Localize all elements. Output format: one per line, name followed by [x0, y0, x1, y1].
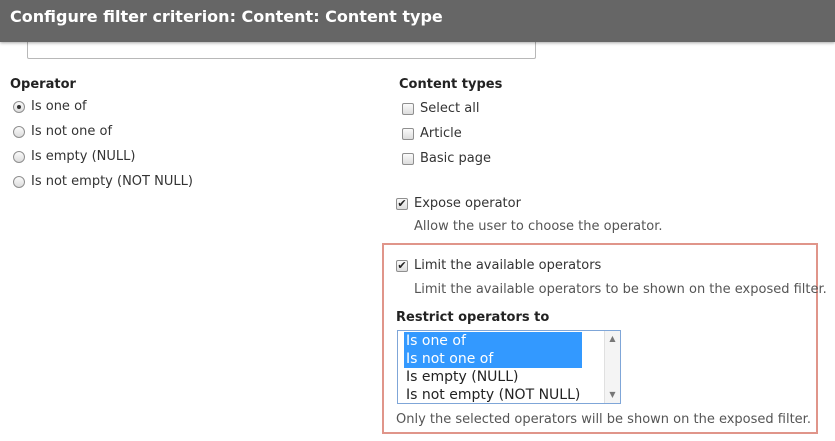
expose-operator-checkbox-row[interactable]: ✔ Expose operator [396, 196, 521, 211]
limit-operators-label: Limit the available operators [414, 258, 602, 273]
listbox-scrollbar[interactable]: ▲ ▼ [604, 331, 620, 403]
checkbox[interactable] [402, 152, 414, 165]
radio-button-checked[interactable] [13, 100, 25, 113]
expose-operator-description: Allow the user to choose the operator. [414, 219, 663, 234]
operator-option-label: Is not empty (NOT NULL) [31, 174, 193, 189]
listbox-option-is-not-one-of[interactable]: Is not one of [404, 350, 582, 368]
dialog-titlebar: Configure filter criterion: Content: Con… [0, 0, 835, 42]
radio-button[interactable] [13, 150, 25, 163]
listbox-option-is-empty[interactable]: Is empty (NULL) [404, 368, 518, 386]
operator-heading: Operator [10, 77, 76, 92]
checkbox-checked[interactable]: ✔ [396, 197, 408, 210]
restrict-operators-heading: Restrict operators to [396, 310, 550, 325]
operator-option-is-one-of[interactable]: Is one of [13, 99, 87, 114]
listbox-option-is-one-of[interactable]: Is one of [404, 332, 582, 350]
operator-option-is-empty[interactable]: Is empty (NULL) [13, 149, 135, 164]
content-type-select-all[interactable]: Select all [402, 101, 479, 116]
operator-option-label: Is empty (NULL) [31, 149, 136, 164]
expose-operator-label: Expose operator [414, 196, 521, 211]
content-type-label: Article [420, 126, 462, 141]
radio-button[interactable] [13, 175, 25, 188]
checkbox[interactable] [402, 102, 414, 115]
content-types-heading: Content types [399, 77, 503, 92]
limit-operators-checkbox-row[interactable]: ✔ Limit the available operators [396, 258, 601, 273]
radio-button[interactable] [13, 125, 25, 138]
content-type-label: Select all [420, 101, 480, 116]
content-type-basic-page[interactable]: Basic page [402, 151, 491, 166]
listbox-option-is-not-empty[interactable]: Is not empty (NOT NULL) [404, 386, 580, 403]
content-type-label: Basic page [420, 151, 492, 166]
scroll-down-arrow-icon[interactable]: ▼ [605, 389, 620, 401]
operator-option-is-not-empty[interactable]: Is not empty (NOT NULL) [13, 174, 193, 189]
restrict-operators-description: Only the selected operators will be show… [396, 412, 811, 427]
limit-operators-description: Limit the available operators to be show… [414, 282, 827, 297]
restrict-operators-listbox[interactable]: Is one of Is not one of Is empty (NULL) … [397, 330, 621, 404]
dialog-title: Configure filter criterion: Content: Con… [10, 7, 443, 26]
checkbox[interactable] [402, 127, 414, 140]
checkbox-checked[interactable]: ✔ [396, 259, 408, 272]
scroll-up-arrow-icon[interactable]: ▲ [605, 333, 620, 345]
operator-option-is-not-one-of[interactable]: Is not one of [13, 124, 112, 139]
content-type-article[interactable]: Article [402, 126, 462, 141]
operator-option-label: Is not one of [31, 124, 113, 139]
operator-option-label: Is one of [31, 99, 87, 114]
